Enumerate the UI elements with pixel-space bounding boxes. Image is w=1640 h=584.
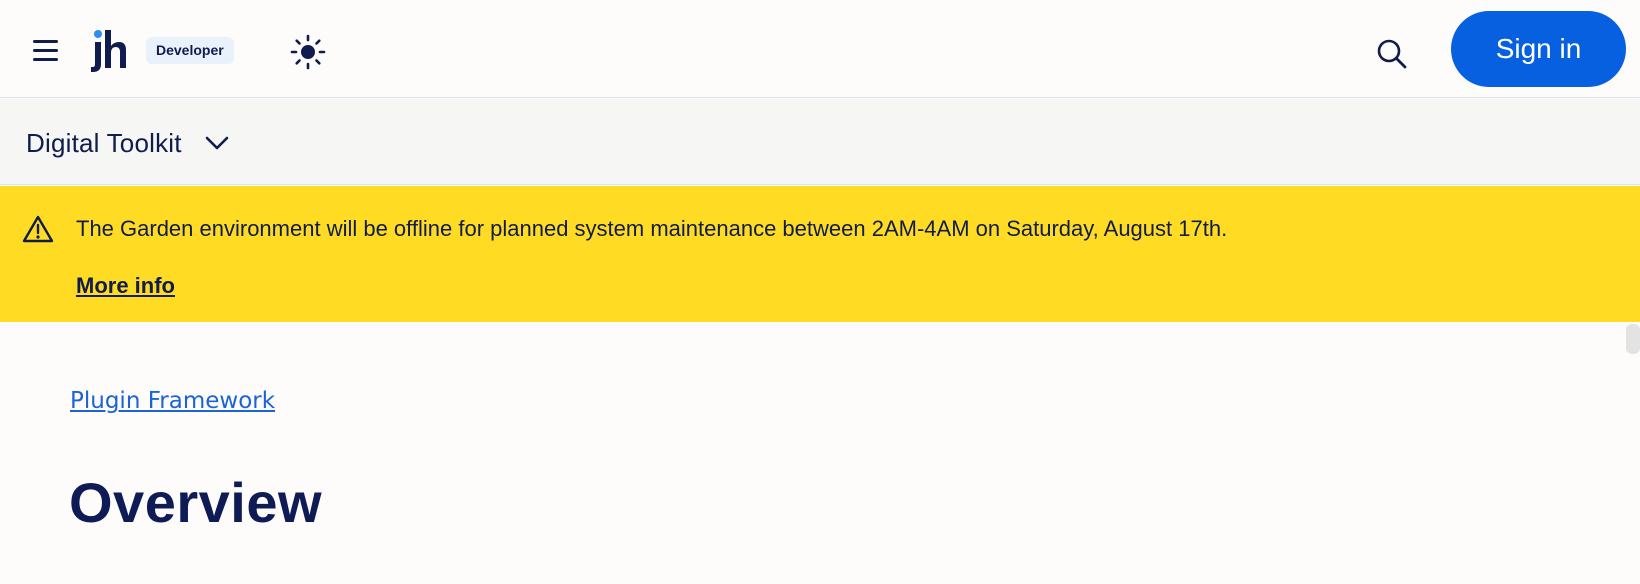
- jh-logo[interactable]: [90, 28, 128, 74]
- hamburger-menu-icon[interactable]: [30, 38, 62, 64]
- sign-in-button[interactable]: Sign in: [1451, 11, 1626, 87]
- page-title: Overview: [69, 471, 323, 534]
- top-header: Developer Sign in: [0, 0, 1640, 98]
- toolkit-label: Digital Toolkit: [26, 127, 182, 158]
- developer-badge: Developer: [146, 37, 234, 64]
- scrollbar-thumb[interactable]: [1626, 324, 1640, 354]
- toolkit-subnav: Digital Toolkit: [0, 99, 1640, 185]
- sun-icon[interactable]: [290, 34, 326, 70]
- banner-message: The Garden environment will be offline f…: [76, 216, 1228, 241]
- search-icon[interactable]: [1376, 38, 1408, 70]
- breadcrumb-plugin-framework[interactable]: Plugin Framework: [70, 388, 275, 414]
- maintenance-banner: The Garden environment will be offline f…: [0, 186, 1640, 322]
- digital-toolkit-dropdown[interactable]: Digital Toolkit: [26, 125, 230, 161]
- more-info-link[interactable]: More info: [76, 273, 175, 299]
- chevron-down-icon: [205, 136, 229, 150]
- warning-triangle-icon: [22, 215, 54, 243]
